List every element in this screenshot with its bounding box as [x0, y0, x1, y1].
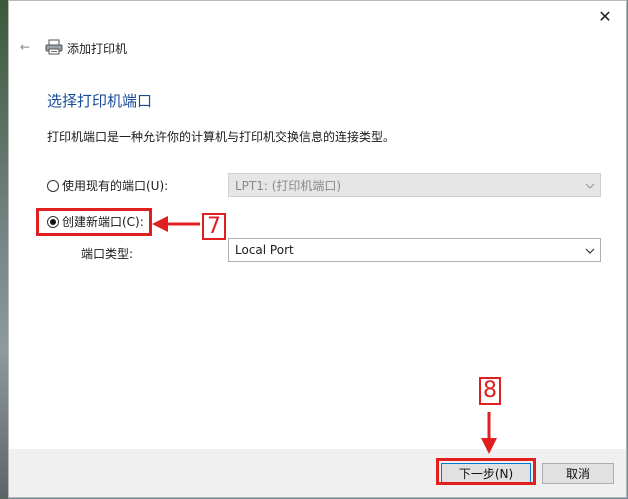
- nav-bar: ← 添加打印机: [9, 35, 626, 59]
- window-title: 添加打印机: [67, 42, 128, 56]
- page-description: 打印机端口是一种允许你的计算机与打印机交换信息的连接类型。: [47, 130, 396, 144]
- back-button[interactable]: ←: [15, 37, 35, 57]
- page-heading: 选择打印机端口: [47, 92, 153, 110]
- radio-unchecked-icon: [47, 179, 59, 192]
- use-existing-port-label: 使用现有的端口(U):: [62, 179, 169, 193]
- step-marker-7: 7: [202, 213, 226, 240]
- port-type-label: 端口类型:: [81, 247, 134, 261]
- close-button[interactable]: ✕: [592, 5, 618, 27]
- highlight-next-button: [436, 458, 536, 485]
- port-type-value: Local Port: [235, 243, 294, 257]
- close-icon: ✕: [598, 6, 612, 26]
- existing-port-select: LPT1: (打印机端口): [228, 173, 601, 197]
- cancel-button[interactable]: 取消: [542, 463, 614, 484]
- back-arrow-icon: ←: [19, 40, 31, 54]
- chevron-down-icon: [585, 183, 595, 189]
- printer-icon: [45, 39, 63, 55]
- existing-port-value: LPT1: (打印机端口): [235, 178, 342, 193]
- add-printer-dialog: ✕ ← 添加打印机 选择打印机端口 打印机端口是一种允许你的计算机与打印机交换信…: [8, 0, 627, 498]
- desktop-background: [0, 0, 8, 499]
- chevron-down-icon: [585, 248, 595, 254]
- port-type-select[interactable]: Local Port: [228, 238, 601, 262]
- highlight-create-new-port: [36, 208, 152, 236]
- use-existing-port-radio[interactable]: 使用现有的端口(U):: [47, 177, 168, 194]
- step-marker-8: 8: [479, 377, 501, 405]
